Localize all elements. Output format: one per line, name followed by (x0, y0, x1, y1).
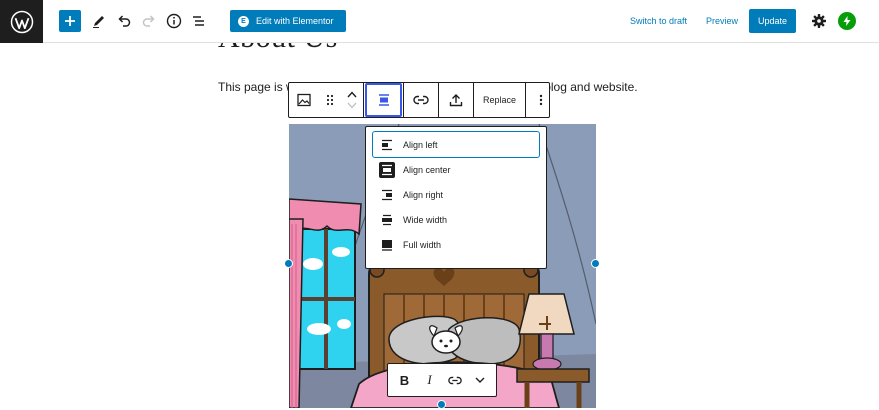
details-button[interactable] (162, 9, 186, 33)
page-title[interactable]: About Us (218, 43, 338, 55)
more-options-button[interactable] (526, 83, 556, 117)
resize-handle-bottom[interactable] (437, 400, 446, 409)
editor-top-toolbar: E Edit with Elementor Switch to draft Pr… (0, 0, 879, 43)
move-buttons (341, 83, 363, 117)
list-view-icon (193, 16, 204, 26)
insert-link-button[interactable] (404, 83, 438, 117)
undo-icon (118, 15, 131, 27)
alignment-group (364, 83, 404, 117)
full-width-label: Full width (403, 239, 442, 250)
resize-handle-right[interactable] (591, 259, 600, 268)
block-switcher-group (289, 83, 364, 117)
align-button[interactable] (365, 83, 402, 117)
switch-to-draft-button[interactable]: Switch to draft (630, 16, 687, 26)
list-view-button[interactable] (187, 9, 211, 33)
alignment-dropdown: Align left Align center Align right Wide… (365, 126, 547, 269)
align-center-icon (379, 161, 395, 178)
caption-link-button[interactable] (444, 369, 466, 391)
jetpack-icon (843, 16, 851, 26)
add-block-button[interactable] (59, 10, 81, 32)
info-icon (166, 13, 182, 29)
editor-canvas: About Us This page is where all the info… (0, 43, 879, 410)
preview-button[interactable]: Preview (706, 16, 738, 26)
undo-button[interactable] (112, 9, 136, 33)
pencil-icon (93, 16, 104, 28)
wide-width-label: Wide width (403, 214, 448, 225)
caption-format-toolbar: B I (387, 363, 497, 397)
block-type-button[interactable] (289, 83, 319, 117)
more-vertical-icon (539, 94, 543, 106)
full-width-option[interactable]: Full width (373, 232, 539, 257)
image-icon (297, 93, 311, 107)
full-width-icon (379, 237, 395, 253)
jetpack-button[interactable] (838, 12, 856, 30)
align-right-option[interactable]: Align right (373, 182, 539, 207)
link-group (404, 83, 439, 117)
upload-group (439, 83, 474, 117)
align-left-option[interactable]: Align left (372, 131, 540, 158)
upload-button[interactable] (439, 83, 473, 117)
align-left-label: Align left (403, 139, 438, 150)
align-center-label: Align center (403, 164, 451, 175)
link-icon (413, 95, 429, 105)
edit-with-elementor-label: Edit with Elementor (256, 16, 334, 26)
plus-icon (65, 16, 75, 26)
drag-handle-icon (326, 94, 334, 106)
elementor-icon: E (238, 15, 249, 27)
align-center-option[interactable]: Align center (373, 157, 539, 182)
redo-button[interactable] (137, 9, 161, 33)
align-center-icon (378, 94, 389, 106)
block-toolbar: Replace (288, 82, 550, 118)
update-button[interactable]: Update (749, 9, 796, 33)
upload-icon (449, 94, 463, 107)
align-left-icon (379, 137, 395, 153)
replace-button[interactable]: Replace (474, 83, 525, 117)
resize-handle-left[interactable] (284, 259, 293, 268)
italic-button[interactable]: I (419, 369, 441, 391)
align-right-label: Align right (403, 189, 444, 200)
drag-handle[interactable] (319, 83, 341, 117)
bold-button[interactable]: B (394, 369, 416, 391)
align-right-icon (379, 187, 395, 203)
more-formats-button[interactable] (469, 369, 491, 391)
options-group (526, 83, 556, 117)
wide-width-icon (379, 212, 395, 228)
settings-button[interactable] (807, 9, 831, 33)
edit-with-elementor-button[interactable]: E Edit with Elementor (230, 10, 346, 32)
wide-width-option[interactable]: Wide width (373, 207, 539, 232)
gear-icon (812, 14, 826, 28)
link-icon (447, 376, 462, 384)
replace-group: Replace (474, 83, 527, 117)
move-up-icon[interactable] (347, 91, 357, 98)
redo-icon (142, 15, 155, 27)
move-down-icon[interactable] (347, 102, 357, 109)
tools-button[interactable] (87, 9, 111, 33)
wordpress-logo-button[interactable] (0, 0, 43, 43)
wordpress-icon (10, 10, 33, 33)
chevron-down-icon (475, 377, 484, 383)
